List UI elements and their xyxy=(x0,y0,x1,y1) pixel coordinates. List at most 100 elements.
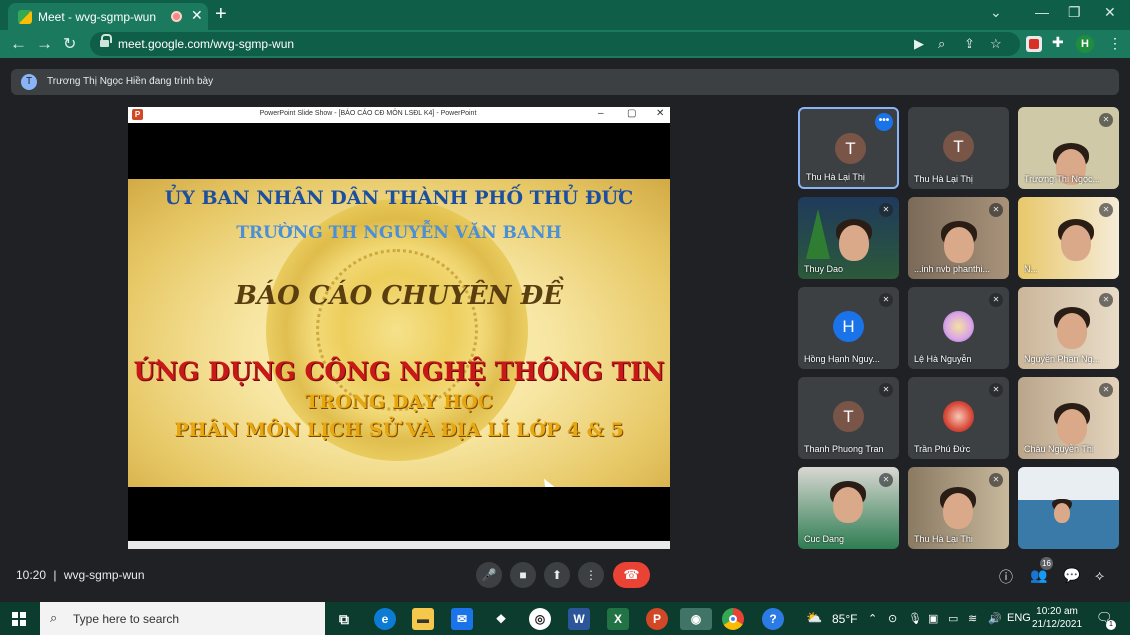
address-bar[interactable]: meet.google.com/wvg-sgmp-wun ▶ ⌕ ⇪ ☆ xyxy=(90,32,1020,56)
activities-icon[interactable]: ⟡ xyxy=(1095,567,1104,584)
participant-face xyxy=(833,487,863,523)
mail-icon[interactable]: ✉ xyxy=(451,608,473,630)
participant-name: Thu Hà Lại Thị xyxy=(806,172,865,182)
participant-tile[interactable]: ✕ Lệ Hà Nguyễn xyxy=(908,287,1009,369)
tray-mic-icon[interactable]: 🎙 xyxy=(908,612,922,625)
input-language[interactable]: ENG xyxy=(1007,612,1031,624)
task-view-icon[interactable]: ⧉ xyxy=(333,608,355,630)
word-icon[interactable]: W xyxy=(568,608,590,630)
presentation-view: P PowerPoint Slide Show - [BÁO CÁO CĐ MÔ… xyxy=(128,107,670,549)
mic-off-icon: ✕ xyxy=(879,203,893,217)
participant-face xyxy=(1054,503,1070,523)
edge-icon[interactable]: e xyxy=(374,608,396,630)
participant-name: Trương Thị Ngọc... xyxy=(1024,174,1100,184)
mic-off-icon: ✕ xyxy=(879,473,893,487)
participant-tile[interactable]: H ✕ Hồng Hạnh Nguy... xyxy=(798,287,899,369)
lock-icon[interactable] xyxy=(100,34,112,48)
participant-tile[interactable]: ✕ Trần Phú Đức xyxy=(908,377,1009,459)
close-tab-icon[interactable]: ✕ xyxy=(191,7,203,24)
chrome-icon[interactable] xyxy=(722,608,744,630)
weather-icon[interactable]: ⛅ xyxy=(806,610,822,626)
mic-off-icon: ✕ xyxy=(989,293,1003,307)
restore-button[interactable]: ❐ xyxy=(1068,4,1081,21)
taskbar-clock[interactable]: 10:20 am 21/12/2021 xyxy=(1030,605,1084,631)
excel-icon[interactable]: X xyxy=(607,608,629,630)
chat-icon[interactable]: 💬 xyxy=(1063,567,1080,584)
extension-icon[interactable] xyxy=(1026,36,1042,52)
bookmark-star-icon[interactable]: ☆ xyxy=(990,36,1002,52)
meeting-details-icon[interactable]: ⓘ xyxy=(999,567,1013,587)
browser-tab-meet[interactable]: Meet - wvg-sgmp-wun ✕ xyxy=(8,3,208,30)
minimize-button[interactable]: — xyxy=(1035,4,1049,20)
microphone-button[interactable]: 🎤 xyxy=(476,562,502,588)
share-icon[interactable]: ⇪ xyxy=(964,36,975,52)
camera-in-use-icon[interactable]: ▶ xyxy=(914,36,924,52)
show-hidden-icons-icon[interactable]: ⌃ xyxy=(868,612,877,625)
windows-start-icon[interactable] xyxy=(12,612,26,626)
recording-indicator-icon xyxy=(171,11,182,22)
participant-video-tile[interactable]: ✕ Trương Thị Ngọc... xyxy=(1018,107,1119,189)
camera-button[interactable]: ■ xyxy=(510,562,536,588)
leave-call-button[interactable]: ☎ xyxy=(613,562,650,588)
participant-video-tile[interactable]: ✕ Thu Hà Lại Thị xyxy=(908,467,1009,549)
dropbox-icon[interactable]: ❖ xyxy=(490,608,512,630)
participant-name: Thu Hà Lại Thị xyxy=(914,174,973,184)
battery-icon[interactable]: ▭ xyxy=(948,612,958,625)
slide-line-subject: PHÂN MÔN LỊCH SỬ VÀ ĐỊA LÍ LỚP 4 & 5 xyxy=(174,419,624,441)
meeting-info-separator: | xyxy=(53,568,57,582)
app-icon[interactable]: ◎ xyxy=(529,608,551,630)
url-text[interactable]: meet.google.com/wvg-sgmp-wun xyxy=(118,37,294,51)
slideshow-titlebar: P PowerPoint Slide Show - [BÁO CÁO CĐ MÔ… xyxy=(128,107,670,123)
search-placeholder[interactable]: Type here to search xyxy=(73,612,179,626)
participant-video-tile[interactable]: ✕ Châu Nguyễn Thị xyxy=(1018,377,1119,459)
back-arrow-icon[interactable]: ← xyxy=(10,34,27,54)
meeting-info: 10:20 | wvg-sgmp-wun xyxy=(16,568,145,582)
taskbar-search-box[interactable]: ⌕ Type here to search xyxy=(40,602,325,635)
participant-video-tile[interactable]: ✕ ...inh nvb phanthi... xyxy=(908,197,1009,279)
slideshow-minimize-icon: – xyxy=(598,108,604,119)
participant-video-tile[interactable]: ✕ Thuy Dao xyxy=(798,197,899,279)
slide-line-report: BÁO CÁO CHUYÊN ĐỀ xyxy=(234,281,564,311)
participant-video-tile[interactable] xyxy=(1018,467,1119,549)
participant-video-tile[interactable]: ✕ N... xyxy=(1018,197,1119,279)
present-screen-button[interactable]: ⬆ xyxy=(544,562,570,588)
participant-video-tile[interactable]: ✕ Cuc Dang xyxy=(798,467,899,549)
volume-icon[interactable]: 🔊 xyxy=(988,612,1002,625)
profile-avatar[interactable]: H xyxy=(1076,35,1094,53)
participant-name: Châu Nguyễn Thị xyxy=(1024,444,1094,454)
more-options-button[interactable]: ••• xyxy=(875,113,893,131)
presenter-avatar: T xyxy=(21,74,37,90)
reload-icon[interactable]: ↻ xyxy=(63,34,76,54)
help-app-icon[interactable]: ? xyxy=(762,608,784,630)
browser-toolbar: ← → ↻ meet.google.com/wvg-sgmp-wun ▶ ⌕ ⇪… xyxy=(0,30,1130,58)
file-explorer-icon[interactable]: ▬ xyxy=(412,608,434,630)
forward-arrow-icon[interactable]: → xyxy=(36,34,53,54)
participant-video-tile[interactable]: ✕ Nguyễn Phan Ng... xyxy=(1018,287,1119,369)
participant-tile[interactable]: T ••• Thu Hà Lại Thị xyxy=(798,107,899,189)
participant-avatar: T xyxy=(833,401,864,432)
participant-face xyxy=(1057,313,1087,349)
messenger-app-icon[interactable]: ◉ xyxy=(680,608,712,630)
participant-name: Thu Hà Lại Thị xyxy=(914,534,973,544)
tray-app-icon[interactable]: ⊙ xyxy=(888,612,897,625)
tab-title: Meet - wvg-sgmp-wun xyxy=(38,10,157,24)
powerpoint-icon[interactable]: P xyxy=(646,608,668,630)
participant-tile[interactable]: T Thu Hà Lại Thị xyxy=(908,107,1009,189)
wifi-icon[interactable]: ≋ xyxy=(968,612,977,625)
tray-camera-icon[interactable]: ▣ xyxy=(928,612,938,625)
new-tab-button[interactable]: + xyxy=(215,3,227,26)
close-window-button[interactable]: ✕ xyxy=(1104,4,1116,21)
browser-menu-icon[interactable]: ⋮ xyxy=(1108,35,1122,52)
more-options-button[interactable]: ⋮ xyxy=(578,562,604,588)
participant-name: Lệ Hà Nguyễn xyxy=(914,354,972,364)
zoom-icon[interactable]: ⌕ xyxy=(938,36,945,52)
mic-off-icon: ✕ xyxy=(1099,383,1113,397)
participant-face xyxy=(1061,225,1091,261)
slideshow-status-bar xyxy=(128,541,670,549)
extensions-puzzle-icon[interactable]: ✚ xyxy=(1052,34,1068,50)
weather-temperature[interactable]: 85°F xyxy=(832,612,857,626)
meet-favicon-icon xyxy=(18,10,32,24)
participant-name: Cuc Dang xyxy=(804,534,845,544)
participant-tile[interactable]: T ✕ Thanh Phuong Tran xyxy=(798,377,899,459)
tab-search-icon[interactable]: ⌄ xyxy=(990,4,1002,21)
